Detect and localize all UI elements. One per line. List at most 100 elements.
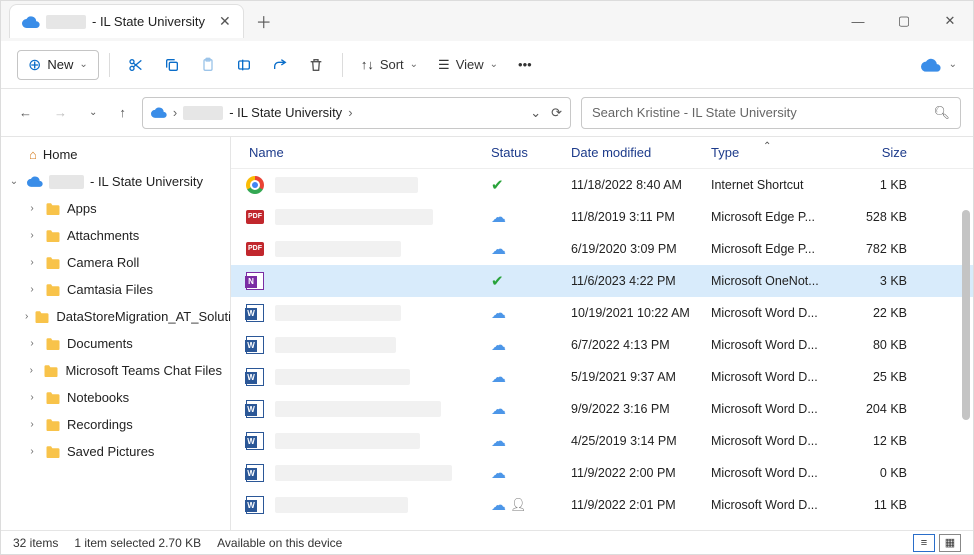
chevron-down-icon[interactable]: ⌄ — [7, 176, 21, 187]
vertical-scrollbar[interactable] — [959, 170, 973, 530]
search-placeholder: Search Kristine - IL State University — [592, 105, 797, 120]
header-size[interactable]: Size — [841, 145, 921, 160]
shared-icon: 👤︎ — [510, 497, 527, 513]
type-cell: Microsoft Word D... — [711, 402, 841, 416]
chevron-down-icon[interactable]: ⌄ — [949, 59, 957, 70]
tree-folder[interactable]: ›Camtasia Files — [1, 276, 230, 303]
close-button[interactable]: ✕ — [927, 1, 973, 41]
tree-folder[interactable]: ›Recordings — [1, 411, 230, 438]
tree-folder[interactable]: ›Saved Pictures — [1, 438, 230, 465]
status-cell: ☁︎ — [491, 464, 571, 482]
file-row[interactable]: PDF☁︎11/8/2019 3:11 PMMicrosoft Edge P..… — [231, 201, 973, 233]
type-cell: Microsoft Word D... — [711, 434, 841, 448]
chevron-right-icon[interactable]: › — [25, 338, 39, 349]
file-row[interactable]: PDF☁︎6/19/2020 3:09 PMMicrosoft Edge P..… — [231, 233, 973, 265]
file-row[interactable]: ✔︎11/18/2022 8:40 AMInternet Shortcut1 K… — [231, 169, 973, 201]
tree-folder[interactable]: › Attachments — [1, 222, 230, 249]
up-button[interactable]: ↑ — [113, 101, 132, 124]
file-name-obscured — [275, 337, 396, 353]
chevron-down-icon: ⌄ — [410, 59, 418, 70]
refresh-button[interactable]: ⟳ — [551, 105, 562, 121]
tree-folder[interactable]: ›Notebooks — [1, 384, 230, 411]
recent-dropdown[interactable]: ⌄ — [83, 103, 103, 122]
file-type-icon: W — [245, 431, 265, 451]
scroll-thumb[interactable] — [962, 210, 970, 420]
type-cell: Microsoft Word D... — [711, 498, 841, 512]
cloud-icon: ☁︎ — [491, 240, 506, 258]
window-tab[interactable]: - IL State University ✕ — [9, 4, 244, 38]
chevron-right-icon[interactable]: › — [25, 392, 39, 403]
type-cell: Microsoft Word D... — [711, 466, 841, 480]
cloud-icon: ☁︎ — [491, 496, 506, 514]
tree-folder[interactable]: ›DataStoreMigration_AT_Solutions — [1, 303, 230, 330]
new-button[interactable]: ⊕ New ⌄ — [17, 50, 99, 80]
tree-label: Camera Roll — [67, 255, 139, 270]
chevron-right-icon[interactable]: › — [25, 230, 39, 241]
header-type[interactable]: ⌃ Type — [711, 145, 841, 160]
maximize-button[interactable]: ▢ — [881, 1, 927, 41]
view-button[interactable]: ☰ View ⌄ — [430, 51, 506, 79]
search-icon[interactable]: 🔍︎ — [933, 105, 950, 121]
file-row[interactable]: N✔︎11/6/2023 4:22 PMMicrosoft OneNot...3… — [231, 265, 973, 297]
tree-folder[interactable]: › Camera Roll — [1, 249, 230, 276]
chevron-right-icon[interactable]: › — [25, 446, 39, 457]
tab-close-icon[interactable]: ✕ — [219, 13, 231, 30]
path-suffix[interactable]: - IL State University — [229, 105, 342, 120]
search-box[interactable]: Search Kristine - IL State University 🔍︎ — [581, 97, 961, 129]
tree-home[interactable]: ⌂ Home — [1, 141, 230, 168]
size-cell: 12 KB — [841, 434, 921, 448]
more-button[interactable]: ••• — [510, 51, 540, 78]
type-cell: Microsoft Word D... — [711, 306, 841, 320]
path-obscured — [183, 106, 223, 120]
chevron-right-icon[interactable]: › — [25, 284, 39, 295]
share-button[interactable] — [264, 51, 296, 79]
folder-icon — [45, 256, 61, 269]
file-row[interactable]: W☁︎4/25/2019 3:14 PMMicrosoft Word D...1… — [231, 425, 973, 457]
tree-folder[interactable]: ›Apps — [1, 195, 230, 222]
path-box[interactable]: › - IL State University › ⌄ ⟳ — [142, 97, 571, 129]
new-tab-button[interactable]: ＋ — [256, 9, 272, 33]
titlebar: - IL State University ✕ ＋ — ▢ ✕ — [1, 1, 973, 41]
file-row[interactable]: W☁︎5/19/2021 9:37 AMMicrosoft Word D...2… — [231, 361, 973, 393]
chevron-right-icon[interactable]: › — [25, 365, 37, 376]
delete-button[interactable] — [300, 51, 332, 79]
copy-button[interactable] — [156, 51, 188, 79]
chevron-right-icon[interactable]: › — [25, 257, 39, 268]
minimize-button[interactable]: — — [835, 1, 881, 41]
tree-label: Attachments — [67, 228, 139, 243]
file-row[interactable]: W☁︎10/19/2021 10:22 AMMicrosoft Word D..… — [231, 297, 973, 329]
tree-onedrive[interactable]: ⌄ - IL State University — [3, 172, 228, 191]
file-type-icon: PDF — [245, 207, 265, 227]
file-type-icon: PDF — [245, 239, 265, 259]
chevron-right-icon[interactable]: › — [25, 419, 39, 430]
sort-button[interactable]: ↑↓ Sort ⌄ — [353, 51, 426, 78]
onedrive-status-icon[interactable] — [921, 58, 941, 72]
cut-button[interactable] — [120, 51, 152, 79]
header-type-label: Type — [711, 145, 739, 160]
header-name[interactable]: Name — [231, 145, 491, 160]
file-row[interactable]: W☁︎9/9/2022 3:16 PMMicrosoft Word D...20… — [231, 393, 973, 425]
tree-folder[interactable]: ›Microsoft Teams Chat Files — [1, 357, 230, 384]
history-dropdown[interactable]: ⌄ — [530, 105, 541, 121]
status-cell: ☁︎ — [491, 368, 571, 386]
path-sep[interactable]: › — [348, 105, 352, 120]
file-row[interactable]: W☁︎6/7/2022 4:13 PMMicrosoft Word D...80… — [231, 329, 973, 361]
tree-folder[interactable]: ›Documents — [1, 330, 230, 357]
header-status[interactable]: Status — [491, 145, 571, 160]
folder-icon — [34, 310, 50, 323]
rename-button[interactable] — [228, 51, 260, 79]
file-row[interactable]: W☁︎👤︎11/9/2022 2:01 PMMicrosoft Word D..… — [231, 489, 973, 521]
back-button[interactable]: ← — [13, 101, 38, 124]
date-cell: 10/19/2021 10:22 AM — [571, 306, 711, 320]
file-row[interactable]: W☁︎11/9/2022 2:00 PMMicrosoft Word D...0… — [231, 457, 973, 489]
view-icon: ☰ — [438, 57, 450, 73]
chevron-right-icon[interactable]: › — [25, 311, 28, 322]
details-view-button[interactable]: ≡ — [913, 534, 935, 552]
sort-ascending-icon: ⌃ — [763, 141, 771, 152]
header-date[interactable]: Date modified — [571, 145, 711, 160]
type-cell: Internet Shortcut — [711, 178, 841, 192]
chevron-right-icon[interactable]: › — [25, 203, 39, 214]
icons-view-button[interactable]: ▦ — [939, 534, 961, 552]
path-sep[interactable]: › — [173, 105, 177, 120]
folder-icon — [43, 364, 59, 377]
